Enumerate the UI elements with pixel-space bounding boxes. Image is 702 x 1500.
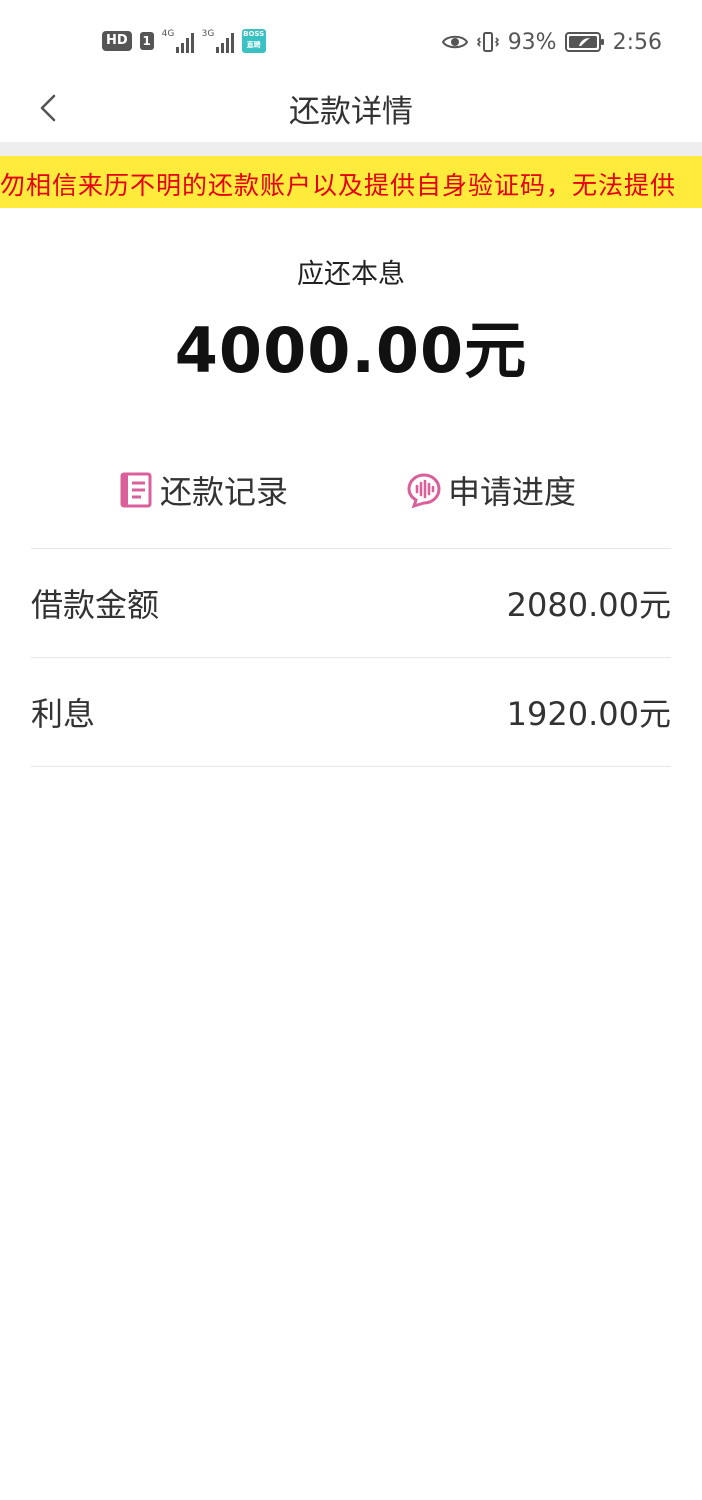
warning-banner: 勿相信来历不明的还款账户以及提供自身验证码，无法提供 bbox=[0, 156, 702, 208]
application-progress-label: 申请进度 bbox=[448, 473, 577, 511]
interest-value: 1920.00元 bbox=[506, 695, 671, 733]
status-left: HD 1 4G 3G BOSS 直聘 bbox=[102, 28, 266, 54]
status-bar: HD 1 4G 3G BOSS 直聘 93% 2:56 bbox=[0, 0, 702, 80]
action-bar: 还款记录 申请进度 bbox=[0, 462, 702, 518]
section-gap bbox=[0, 142, 702, 156]
battery-icon bbox=[564, 32, 604, 52]
detail-row-loan-amount: 借款金额 2080.00元 bbox=[31, 550, 671, 658]
document-icon bbox=[120, 472, 152, 508]
divider bbox=[31, 657, 671, 658]
interest-label: 利息 bbox=[31, 695, 96, 733]
warning-text: 勿相信来历不明的还款账户以及提供自身验证码，无法提供 bbox=[0, 171, 677, 200]
signal-3g-icon: 3G bbox=[202, 29, 234, 53]
sim-badge: 1 bbox=[139, 32, 154, 50]
page-title: 还款详情 bbox=[289, 94, 413, 130]
boss-app-icon: BOSS 直聘 bbox=[241, 29, 266, 53]
amount-value: 4000.00元 bbox=[174, 314, 528, 387]
loan-amount-value: 2080.00元 bbox=[506, 586, 671, 624]
repayment-record-label: 还款记录 bbox=[160, 473, 289, 511]
loan-amount-label: 借款金额 bbox=[31, 586, 160, 624]
repayment-record-button[interactable]: 还款记录 bbox=[120, 462, 288, 518]
clock: 2:56 bbox=[612, 29, 662, 55]
amount-label: 应还本息 bbox=[297, 259, 405, 290]
status-right: 93% 2:56 bbox=[441, 28, 662, 56]
battery-percent: 93% bbox=[507, 29, 557, 55]
network-type-4g: 4G bbox=[161, 29, 175, 39]
vibrate-icon bbox=[476, 32, 499, 52]
nav-bar: 还款详情 bbox=[0, 80, 702, 142]
progress-bubble-icon bbox=[407, 473, 441, 508]
network-type-3g: 3G bbox=[201, 29, 215, 39]
signal-4g-icon: 4G bbox=[162, 29, 194, 53]
hd-badge: HD bbox=[102, 31, 132, 51]
divider bbox=[31, 766, 671, 767]
eye-icon bbox=[441, 35, 468, 49]
application-progress-button[interactable]: 申请进度 bbox=[406, 462, 576, 518]
detail-row-interest: 利息 1920.00元 bbox=[31, 659, 671, 767]
divider bbox=[31, 548, 671, 549]
